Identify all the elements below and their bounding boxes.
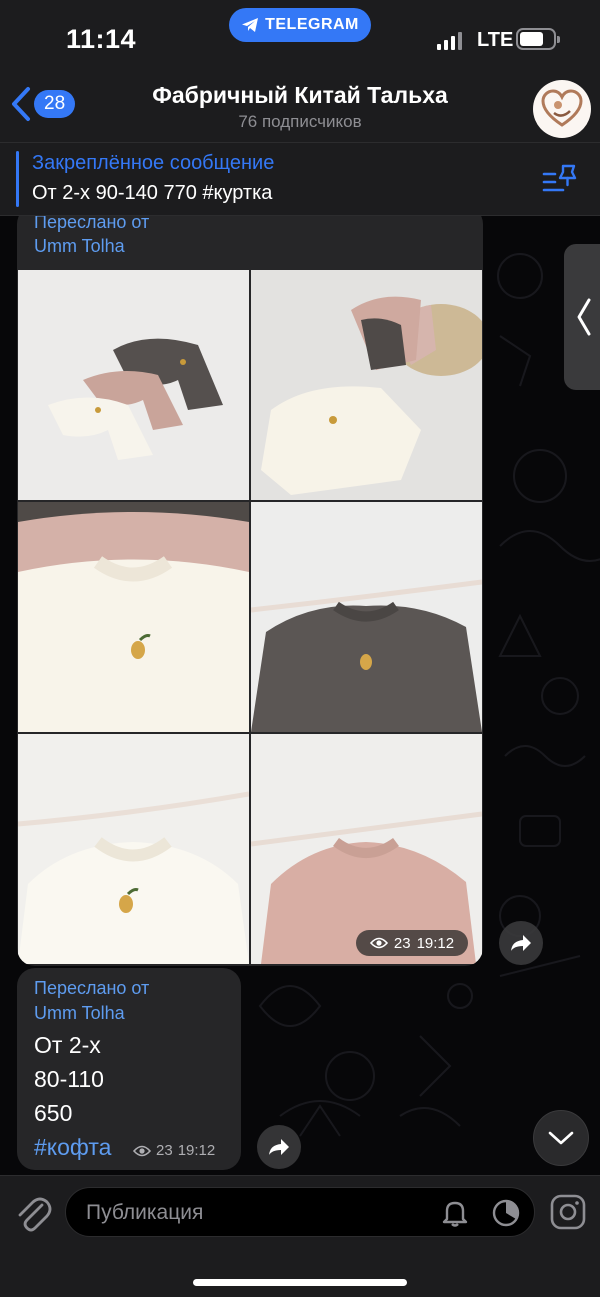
camera-icon[interactable]: [550, 1194, 586, 1230]
telegram-pill-label: TELEGRAM: [265, 16, 359, 33]
network-type: LTE: [477, 29, 514, 51]
message-meta: 23 19:12: [356, 930, 468, 956]
unread-count-badge: 28: [34, 90, 76, 118]
photo-sweatshirt-gray: [251, 502, 482, 732]
message-time: 19:12: [416, 934, 455, 952]
album-message[interactable]: Переслано от Umm Tolha 23 19:12: [17, 216, 483, 966]
view-count: 23: [156, 1142, 173, 1159]
channel-avatar[interactable]: [533, 80, 591, 138]
hashtag-link[interactable]: #кофта: [34, 1134, 111, 1161]
chat-area[interactable]: Переслано от Umm Tolha 23 19:12 Переслан…: [0, 216, 600, 1175]
views-eye-icon: [133, 1145, 151, 1156]
pinned-title: Закреплённое сообщение: [32, 152, 275, 174]
status-bar: 11:14 TELEGRAM LTE: [0, 0, 600, 72]
views-eye-icon: [369, 937, 388, 949]
share-button[interactable]: [257, 1125, 301, 1169]
subscriber-count: 76 подписчиков: [238, 112, 362, 131]
schedule-timer-icon[interactable]: [491, 1198, 521, 1228]
text-message[interactable]: Переслано от Umm Tolha От 2-х 80-110 650…: [17, 968, 241, 1170]
message-time: 19:12: [177, 1142, 216, 1159]
view-count: 23: [393, 934, 411, 952]
battery-icon: [516, 28, 560, 50]
pinned-message[interactable]: Закреплённое сообщение От 2-х 90-140 770…: [0, 142, 600, 216]
telegram-pill[interactable]: TELEGRAM: [229, 8, 371, 42]
scroll-to-bottom-button[interactable]: [533, 1110, 589, 1166]
chevron-left-icon: [577, 298, 591, 336]
bell-icon[interactable]: [441, 1198, 469, 1228]
back-button[interactable]: 28: [10, 86, 76, 122]
album-photo[interactable]: [251, 502, 482, 732]
album-photo[interactable]: [18, 270, 249, 500]
channel-title[interactable]: Фабричный Китай Тальха: [100, 82, 500, 109]
message-text-line: 650: [34, 1100, 73, 1126]
album-photo[interactable]: [18, 734, 249, 964]
pin-list-icon[interactable]: [541, 163, 577, 197]
album-photo[interactable]: [18, 502, 249, 732]
side-panel-handle[interactable]: [564, 244, 600, 390]
share-button[interactable]: [499, 921, 543, 965]
share-arrow-icon: [269, 1139, 289, 1155]
paperclip-icon[interactable]: [14, 1191, 52, 1233]
photo-sweatshirts-group: [18, 270, 249, 500]
message-input-placeholder: Публикация: [86, 1201, 204, 1224]
message-text-line: От 2-х: [34, 1032, 101, 1058]
forwarded-from-link[interactable]: Umm Tolha: [34, 1003, 125, 1024]
clock: 11:14: [66, 24, 137, 54]
message-input[interactable]: Публикация: [65, 1187, 535, 1237]
forwarded-from-link[interactable]: Umm Tolha: [34, 236, 125, 257]
forwarded-label: Переслано от: [34, 978, 150, 998]
forwarded-label: Переслано от: [34, 216, 150, 232]
home-indicator: [193, 1279, 407, 1286]
album-photo[interactable]: [251, 270, 482, 500]
message-text-line: 80-110: [34, 1066, 104, 1092]
chevron-left-icon: [12, 87, 30, 121]
heart-logo-icon: [541, 89, 583, 127]
composer-bar: Публикация: [0, 1175, 600, 1297]
telegram-plane-icon: [242, 18, 259, 32]
photo-sweatshirts-basket: [251, 270, 482, 500]
signal-icon: [437, 30, 462, 50]
chevron-down-icon: [548, 1131, 574, 1145]
photo-sweatshirt-pink-cream: [18, 502, 249, 732]
share-arrow-icon: [511, 935, 531, 951]
photo-sweatshirt-cream: [18, 734, 249, 964]
pinned-text: От 2-х 90-140 770 #куртка: [32, 182, 273, 204]
chat-header: 28 Фабричный Китай Тальха 76 подписчиков: [0, 72, 600, 142]
message-meta: 23 19:12: [133, 1142, 215, 1159]
